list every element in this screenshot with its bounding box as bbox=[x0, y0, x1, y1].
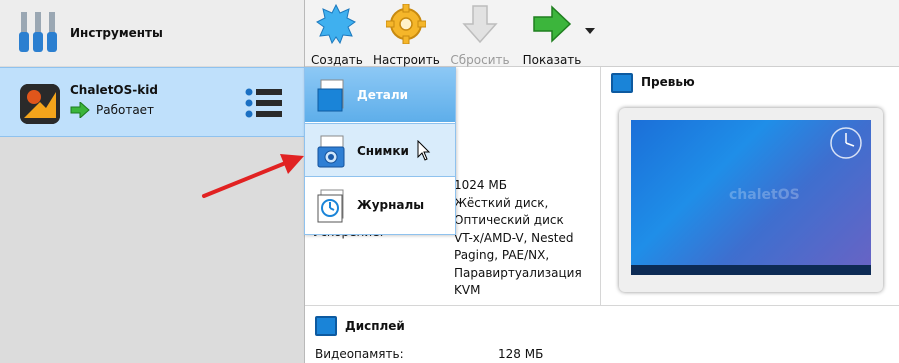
preview-desktop: chaletOS bbox=[631, 120, 871, 275]
preview-screen: chaletOS bbox=[619, 108, 883, 292]
desktop-watermark: chaletOS bbox=[729, 187, 800, 203]
show-button[interactable]: Показать bbox=[519, 4, 585, 67]
settings-label: Настроить bbox=[373, 53, 440, 67]
logs-clock-icon bbox=[317, 189, 344, 223]
menu-item-snapshots[interactable]: Снимки bbox=[305, 123, 455, 177]
toolbar: Создать Настроить Сбросить Показать bbox=[305, 0, 899, 67]
acceleration-line: Paging, PAE/NX, bbox=[454, 248, 550, 262]
acceleration-line: VT-x/AMD-V, Nested bbox=[454, 230, 574, 245]
annotation-arrow-icon bbox=[202, 154, 304, 198]
system-values: 1024 МБ Жёсткий диск, Оптический диск VT… bbox=[454, 177, 594, 300]
video-memory-label: Видеопамять: bbox=[315, 347, 404, 361]
menu-item-logs[interactable]: Журналы bbox=[305, 178, 455, 232]
tools-icon bbox=[19, 12, 57, 52]
display-section: Дисплей Видеопамять: 128 МБ bbox=[305, 306, 899, 363]
create-button[interactable]: Создать bbox=[311, 3, 363, 67]
desktop-taskbar bbox=[631, 265, 871, 275]
create-star-icon bbox=[316, 3, 356, 45]
vm-name: ChaletOS-kid bbox=[70, 83, 158, 97]
discard-button[interactable]: Сбросить bbox=[449, 4, 511, 67]
create-label: Создать bbox=[311, 53, 363, 67]
monitor-icon bbox=[611, 73, 633, 93]
clock-icon bbox=[830, 127, 862, 159]
menu-item-snapshots-label: Снимки bbox=[357, 144, 409, 158]
vm-details-menu-icon[interactable] bbox=[244, 88, 284, 118]
show-label: Показать bbox=[522, 53, 582, 67]
boot-order-line: Жёсткий диск, bbox=[454, 195, 549, 210]
vm-os-icon bbox=[20, 84, 60, 124]
tools-title: Инструменты bbox=[70, 26, 163, 40]
gear-icon bbox=[385, 3, 427, 45]
vm-state: Работает bbox=[96, 103, 155, 117]
details-icon bbox=[317, 79, 344, 112]
mouse-cursor-icon bbox=[417, 140, 431, 161]
vm-list-item[interactable]: ChaletOS-kid Работает bbox=[0, 67, 304, 137]
running-arrow-icon bbox=[70, 102, 90, 118]
display-title: Дисплей bbox=[345, 319, 405, 333]
menu-item-details-label: Детали bbox=[357, 88, 409, 102]
show-arrow-icon bbox=[533, 5, 572, 43]
video-memory-value: 128 МБ bbox=[498, 347, 544, 361]
details-view-menu: Детали Снимки Журналы bbox=[304, 67, 456, 235]
discard-label: Сбросить bbox=[450, 53, 510, 67]
acceleration-line: KVM bbox=[454, 283, 481, 297]
menu-item-details[interactable]: Детали bbox=[305, 68, 455, 122]
preview-title: Превью bbox=[641, 75, 695, 89]
menu-item-logs-label: Журналы bbox=[357, 198, 425, 212]
display-monitor-icon bbox=[315, 316, 337, 336]
settings-button[interactable]: Настроить bbox=[373, 3, 440, 67]
discard-arrow-icon bbox=[462, 5, 498, 44]
tools-item[interactable]: Инструменты bbox=[0, 0, 304, 66]
camera-icon bbox=[317, 135, 345, 168]
acceleration-line: Паравиртуализация bbox=[454, 265, 582, 280]
show-dropdown-icon[interactable] bbox=[585, 28, 595, 34]
boot-order-line: Оптический диск bbox=[454, 213, 564, 227]
memory-value: 1024 МБ bbox=[454, 178, 507, 192]
preview-panel: Превью chaletOS bbox=[601, 67, 899, 305]
